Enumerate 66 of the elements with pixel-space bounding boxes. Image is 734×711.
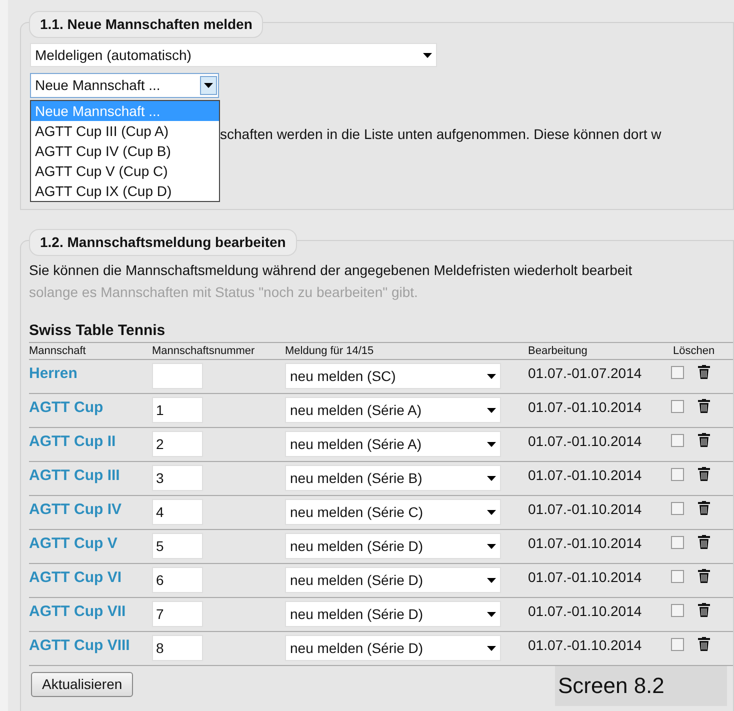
- report-select[interactable]: neu melden (Série D): [285, 533, 501, 559]
- number-field[interactable]: 2: [152, 431, 203, 457]
- section-legend: 1.1. Neue Mannschaften melden: [29, 11, 264, 38]
- period-text: 01.07.-01.10.2014: [528, 534, 643, 553]
- report-select[interactable]: neu melden (Série B): [285, 465, 501, 491]
- column-header: Mannschaftsnummer: [152, 344, 256, 359]
- caret-icon: [487, 476, 496, 480]
- delete-checkbox[interactable]: [671, 536, 684, 549]
- caret-icon: [487, 544, 496, 548]
- number-field[interactable]: 6: [152, 567, 203, 593]
- delete-checkbox[interactable]: [671, 570, 684, 583]
- caret-icon: [487, 612, 496, 616]
- table-title: Swiss Table Tennis: [29, 322, 166, 340]
- dropdown-option[interactable]: AGTT Cup IX (Cup D): [31, 181, 219, 201]
- report-select[interactable]: neu melden (Série D): [285, 567, 501, 593]
- delete-checkbox[interactable]: [671, 604, 684, 617]
- caret-icon: [487, 578, 496, 582]
- delete-checkbox[interactable]: [671, 366, 684, 379]
- note-text: solange es Mannschaften mit Status "noch zu bearbeiten" gibt.: [29, 283, 419, 302]
- caret-icon: [487, 442, 496, 446]
- period-text: 01.07.-01.10.2014: [528, 432, 643, 451]
- update-button[interactable]: Aktualisieren: [31, 672, 134, 697]
- delete-checkbox[interactable]: [671, 638, 684, 651]
- period-text: 01.07.-01.10.2014: [528, 602, 643, 621]
- report-select[interactable]: neu melden (SC): [285, 363, 501, 389]
- column-header: Bearbeitung: [528, 344, 588, 359]
- section-legend: 1.2. Mannschaftsmeldung bearbeiten: [29, 229, 297, 256]
- delete-checkbox[interactable]: [671, 400, 684, 413]
- period-text: 01.07.-01.10.2014: [528, 568, 643, 587]
- dropdown-option[interactable]: AGTT Cup IV (Cup B): [31, 141, 219, 161]
- report-select[interactable]: neu melden (Série D): [285, 601, 501, 627]
- number-field[interactable]: 7: [152, 601, 203, 627]
- period-text: 01.07.-01.10.2014: [528, 466, 643, 485]
- column-header: Meldung für 14/15: [285, 344, 375, 359]
- delete-checkbox[interactable]: [671, 468, 684, 481]
- caret-icon: [204, 83, 213, 88]
- report-select[interactable]: neu melden (Série C): [285, 499, 501, 525]
- report-select[interactable]: neu melden (Série A): [285, 397, 501, 423]
- info-text: schaften werden in die Liste unten aufgenommen. Diese können dort w: [220, 125, 662, 144]
- number-field[interactable]: 4: [152, 499, 203, 525]
- delete-checkbox[interactable]: [671, 502, 684, 515]
- caption-label: Screen 8.2: [555, 666, 727, 706]
- delete-checkbox[interactable]: [671, 434, 684, 447]
- report-select[interactable]: neu melden (Série A): [285, 431, 501, 457]
- column-header: Mannschaft: [29, 344, 87, 359]
- number-field[interactable]: 3: [152, 465, 203, 491]
- league-select[interactable]: Meldeligen (automatisch): [30, 43, 437, 67]
- number-field[interactable]: 8: [152, 635, 203, 661]
- dropdown-option[interactable]: AGTT Cup III (Cup A): [31, 121, 219, 141]
- team-select[interactable]: Neue Mannschaft ...: [30, 73, 219, 98]
- report-select[interactable]: neu melden (Série D): [285, 635, 501, 661]
- number-field[interactable]: 5: [152, 533, 203, 559]
- number-field[interactable]: 1: [152, 397, 203, 423]
- caret-icon: [487, 646, 496, 650]
- period-text: 01.07.-01.07.2014: [528, 364, 643, 383]
- caret-icon: [487, 374, 496, 378]
- column-header: Löschen: [673, 344, 716, 359]
- caret-icon: [423, 52, 432, 58]
- caret-icon: [487, 510, 496, 514]
- period-text: 01.07.-01.10.2014: [528, 636, 643, 655]
- period-text: 01.07.-01.10.2014: [528, 500, 643, 519]
- period-text: 01.07.-01.10.2014: [528, 398, 643, 417]
- intro-text: Sie können die Mannschaftsmeldung während der angegebenen Meldefristen wiederholt bearbeit: [29, 261, 634, 280]
- dropdown-option[interactable]: AGTT Cup V (Cup C): [31, 161, 219, 181]
- number-field[interactable]: [152, 363, 203, 389]
- caret-icon: [487, 408, 496, 412]
